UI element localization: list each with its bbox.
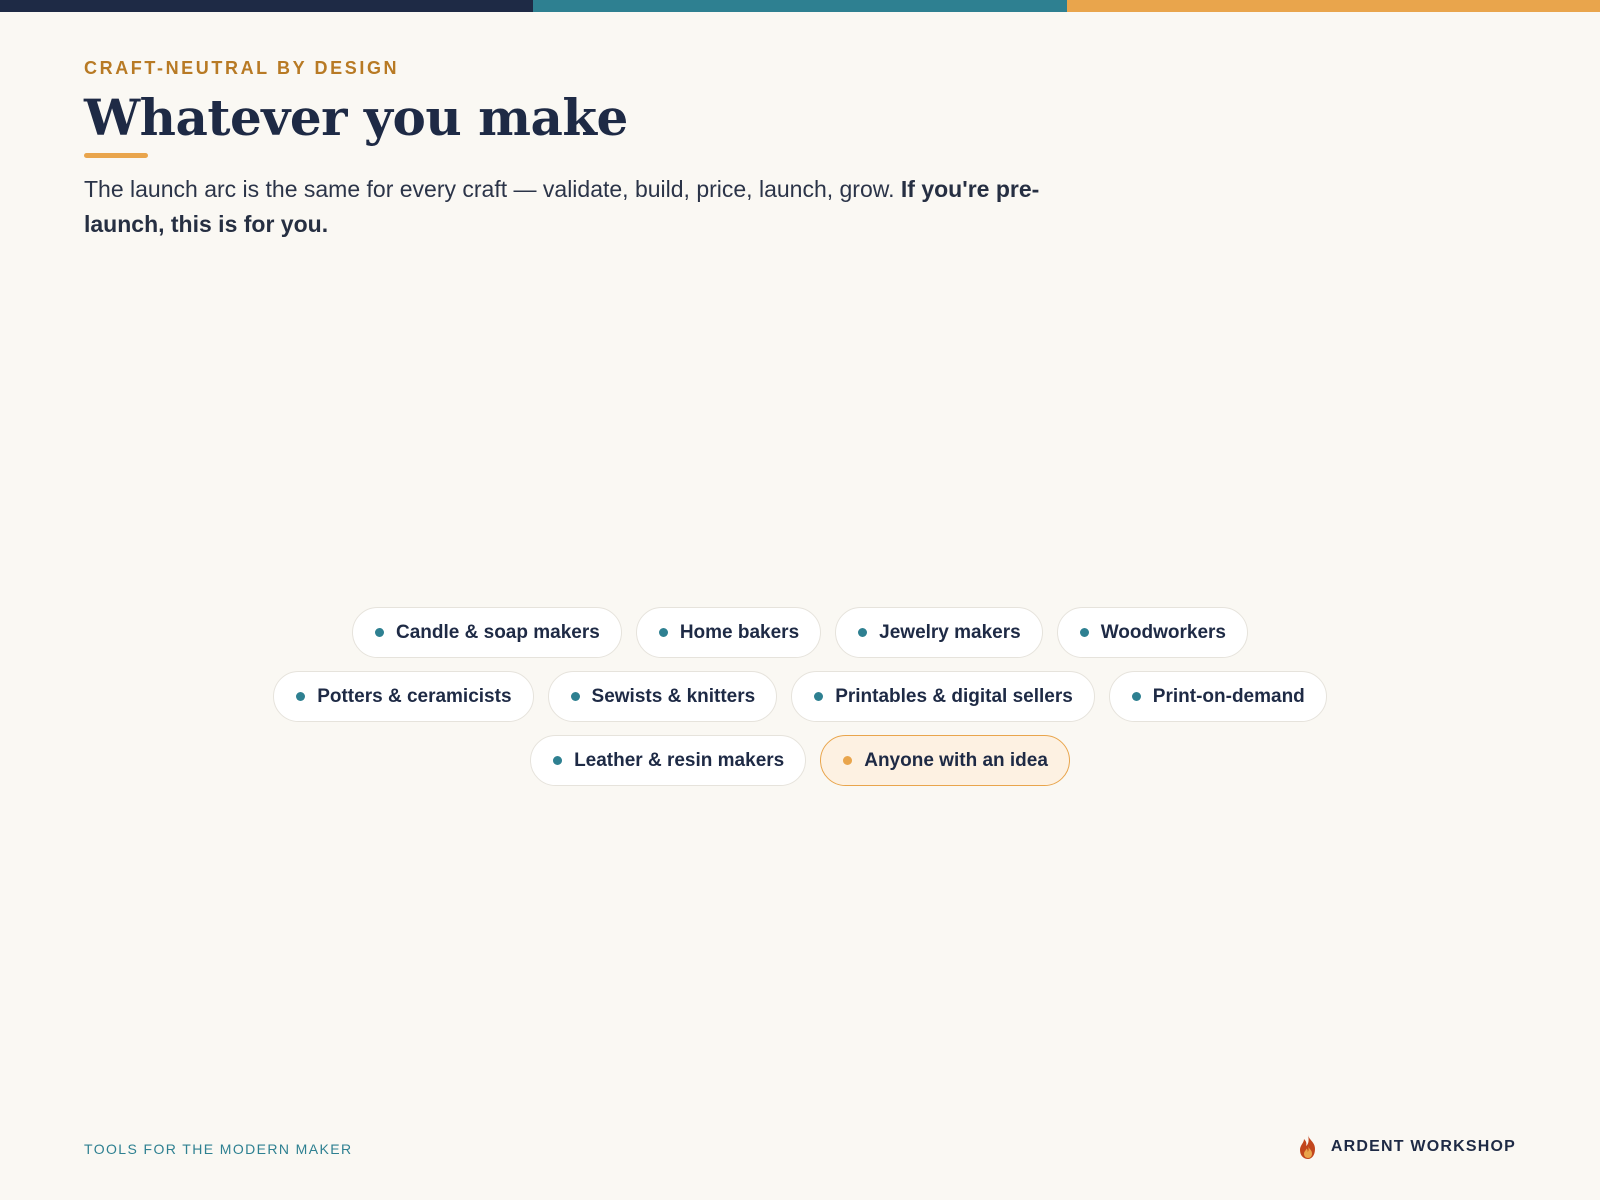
chip-label: Candle & soap makers <box>396 621 600 643</box>
chip-potters-ceramicists[interactable]: Potters & ceramicists <box>273 671 534 722</box>
page-title: Whatever you make <box>84 88 628 147</box>
footer-tagline: TOOLS FOR THE MODERN MAKER <box>84 1141 353 1157</box>
top-bar-orange-segment <box>1066 0 1600 12</box>
top-bar-navy-segment <box>0 0 534 12</box>
top-accent-bar <box>0 0 1600 12</box>
chip-printables-digital-sellers[interactable]: Printables & digital sellers <box>791 671 1095 722</box>
chip-label: Print-on-demand <box>1152 685 1305 707</box>
title-underline <box>84 153 148 158</box>
chip-sewists-knitters[interactable]: Sewists & knitters <box>547 671 778 722</box>
chip-anyone-with-an-idea[interactable]: Anyone with an idea <box>820 735 1070 786</box>
audience-chip-list: Candle & soap makers Home bakers Jewelry… <box>0 607 1600 786</box>
lead-paragraph: The launch arc is the same for every cra… <box>84 172 1074 242</box>
chip-label: Anyone with an idea <box>864 749 1048 771</box>
chip-woodworkers[interactable]: Woodworkers <box>1056 607 1248 658</box>
chip-jewelry-makers[interactable]: Jewelry makers <box>835 607 1043 658</box>
eyebrow-label: CRAFT-NEUTRAL BY DESIGN <box>84 58 400 78</box>
chip-home-bakers[interactable]: Home bakers <box>635 607 822 658</box>
top-bar-teal-segment <box>533 0 1067 12</box>
bullet-dot-icon <box>843 756 853 765</box>
bullet-dot-icon <box>1079 628 1089 637</box>
bullet-dot-icon <box>814 692 824 701</box>
bullet-dot-icon <box>858 628 868 637</box>
chip-label: Potters & ceramicists <box>317 685 512 707</box>
bullet-dot-icon <box>296 692 306 701</box>
chip-label: Sewists & knitters <box>591 685 756 707</box>
brand-lockup: ARDENT WORKSHOP <box>1297 1134 1516 1160</box>
chip-label: Leather & resin makers <box>574 749 785 771</box>
lead-text: The launch arc is the same for every cra… <box>84 176 895 202</box>
chip-candle-soap-makers[interactable]: Candle & soap makers <box>352 607 622 658</box>
brand-name: ARDENT WORKSHOP <box>1330 1138 1516 1155</box>
bullet-dot-icon <box>570 692 580 701</box>
chip-row-1: Candle & soap makers Home bakers Jewelry… <box>352 607 1248 658</box>
bullet-dot-icon <box>375 628 384 637</box>
chip-label: Home bakers <box>679 621 800 643</box>
bullet-dot-icon <box>553 756 563 765</box>
chip-print-on-demand[interactable]: Print-on-demand <box>1108 671 1327 722</box>
bullet-dot-icon <box>658 628 668 637</box>
flame-icon <box>1297 1134 1319 1160</box>
chip-row-3: Leather & resin makers Anyone with an id… <box>530 735 1070 786</box>
chip-label: Jewelry makers <box>879 621 1021 643</box>
chip-leather-resin-makers[interactable]: Leather & resin makers <box>530 735 807 786</box>
chip-label: Printables & digital sellers <box>835 685 1073 707</box>
chip-row-2: Potters & ceramicists Sewists & knitters… <box>273 671 1327 722</box>
bullet-dot-icon <box>1131 692 1141 701</box>
chip-label: Woodworkers <box>1100 621 1226 643</box>
